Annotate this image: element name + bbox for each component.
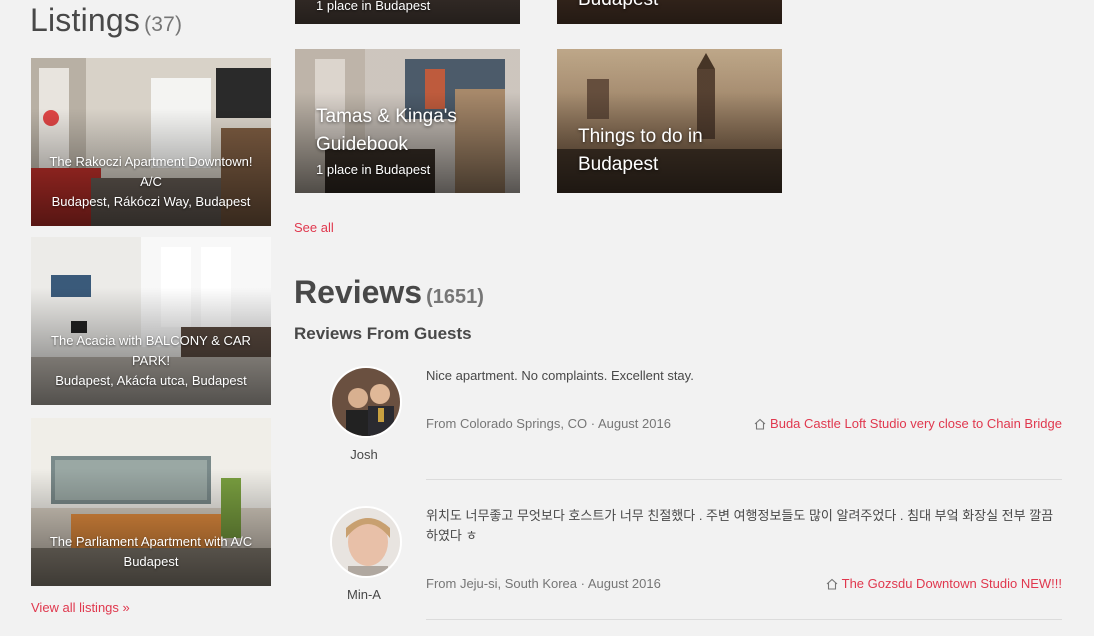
guidebook-title-line2: Budapest (578, 154, 659, 175)
guidebook-card-things-to-do[interactable]: Things to do in Budapest (557, 49, 782, 193)
review-divider (426, 619, 1062, 620)
review-divider (426, 479, 1062, 480)
review-meta: From Jeju-si, South Korea · August 2016 (426, 576, 661, 591)
review-text: Nice apartment. No complaints. Excellent… (426, 368, 694, 383)
listing-location: Budapest, Akácfa utca, Budapest (55, 373, 247, 388)
guidebook-card-top-right[interactable]: Budapest (557, 0, 782, 24)
reviews-count: (1651) (426, 286, 484, 308)
listing-title: The Acacia with BALCONY & CAR PARK! (51, 333, 251, 368)
guidebook-card-top-left[interactable]: 1 place in Budapest (295, 0, 520, 24)
listing-location: Budapest (123, 554, 179, 569)
listings-count: (37) (144, 13, 183, 36)
guidebook-title: Budapest (578, 0, 658, 14)
review-meta: From Colorado Springs, CO · August 2016 (426, 416, 671, 431)
reviews-heading: Reviews (1651) (294, 274, 484, 311)
review-listing-link[interactable]: Buda Castle Loft Studio very close to Ch… (754, 416, 1062, 431)
home-icon (754, 418, 766, 430)
review-text: 위치도 너무좋고 무엇보다 호스트가 너무 친절했다 . 주변 여행정보들도 많… (426, 508, 1054, 543)
listing-caption: The Rakoczi Apartment Downtown! A/C Buda… (39, 152, 263, 212)
view-all-listings-link[interactable]: View all listings » (31, 600, 130, 615)
see-all-guidebooks-link[interactable]: See all (294, 220, 334, 235)
avatar[interactable] (330, 506, 402, 578)
listings-heading: Listings (37) (30, 2, 182, 39)
avatar[interactable] (330, 366, 402, 438)
reviewer-name[interactable]: Min-A (330, 587, 398, 602)
review-listing-link[interactable]: The Gozsdu Downtown Studio NEW!!! (826, 576, 1062, 591)
listing-title: The Parliament Apartment with A/C (49, 534, 253, 549)
listing-caption: The Acacia with BALCONY & CAR PARK! Buda… (39, 331, 263, 391)
reviewer-name[interactable]: Josh (330, 447, 398, 462)
guidebook-title-line2: Guidebook (316, 134, 408, 155)
reviews-title: Reviews (294, 274, 423, 310)
guidebook-title-line1: Tamas & Kinga's (316, 106, 457, 127)
guidebook-sub: 1 place in Budapest (316, 0, 431, 13)
review-listing-label: Buda Castle Loft Studio very close to Ch… (770, 416, 1062, 431)
listing-card-acacia[interactable]: The Acacia with BALCONY & CAR PARK! Buda… (31, 237, 271, 405)
listing-card-rakoczi[interactable]: The Rakoczi Apartment Downtown! A/C Buda… (31, 58, 271, 226)
listing-location: Budapest, Rákóczi Way, Budapest (51, 194, 251, 209)
guidebook-title-line1: Things to do in (578, 126, 703, 147)
home-icon (826, 578, 837, 590)
listing-caption: The Parliament Apartment with A/C Budape… (39, 532, 263, 572)
guidebook-card-tamas-kinga[interactable]: Tamas & Kinga's Guidebook 1 place in Bud… (295, 49, 520, 193)
guidebook-sub: 1 place in Budapest (316, 162, 431, 177)
listing-card-parliament[interactable]: The Parliament Apartment with A/C Budape… (31, 418, 271, 586)
listings-title: Listings (30, 2, 141, 38)
listing-title: The Rakoczi Apartment Downtown! A/C (49, 154, 253, 189)
review-listing-label: The Gozsdu Downtown Studio NEW!!! (841, 576, 1062, 591)
reviews-subheading: Reviews From Guests (294, 324, 472, 343)
